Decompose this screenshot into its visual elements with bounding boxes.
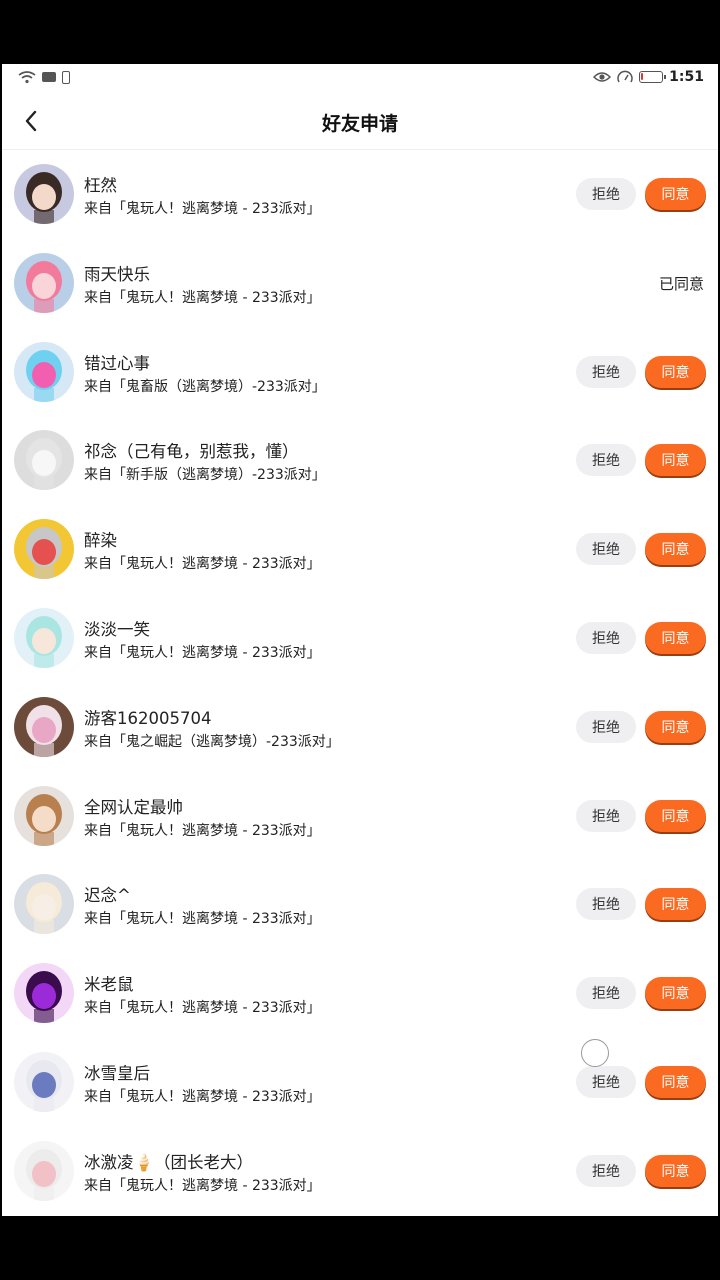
request-source: 来自「新手版（逃离梦境）-233派对」 (84, 467, 326, 484)
friend-request-list: 枉然 来自「鬼玩人！逃离梦境 - 233派对」 拒绝 同意 雨天快乐 来自「鬼玩人！逃离梦… (2, 150, 718, 1216)
request-row: 全网认定最帅来自「鬼玩人！逃离梦境 - 233派对」 拒绝 同意 (2, 772, 718, 861)
requester-name: 雨天快乐 (84, 264, 150, 284)
avatar[interactable] (14, 252, 74, 313)
request-row: 迟念^ 来自「鬼玩人！逃离梦境 - 233派对」 拒绝 同意 (2, 860, 718, 949)
avatar[interactable] (14, 874, 74, 935)
agree-button[interactable]: 同意 (645, 799, 706, 832)
reject-button[interactable]: 拒绝 (576, 1065, 636, 1098)
agree-button[interactable]: 同意 (645, 888, 706, 921)
agree-button[interactable]: 同意 (645, 621, 706, 654)
avatar[interactable] (14, 519, 74, 580)
status-bar: 1:51 (2, 64, 718, 94)
reject-button[interactable]: 拒绝 (576, 178, 636, 210)
reject-button[interactable]: 拒绝 (576, 888, 636, 921)
avatar[interactable] (14, 963, 74, 1024)
eye-icon (593, 72, 612, 82)
request-source: 来自「鬼玩人！逃离梦境 - 233派对」 (84, 556, 321, 573)
reject-button[interactable]: 拒绝 (576, 533, 636, 566)
battery-icon (639, 71, 667, 83)
touch-indicator (581, 1039, 609, 1067)
avatar[interactable] (14, 1140, 74, 1201)
agree-button[interactable]: 同意 (645, 1154, 706, 1187)
speedometer-icon (617, 70, 633, 83)
nav-bar: 好友申请 (2, 94, 718, 150)
request-source: 来自「鬼玩人！逃离梦境 - 233派对」 (84, 1088, 321, 1105)
requester-name: 全网认定最帅 (84, 797, 183, 817)
sim-card-icon (62, 70, 70, 84)
status-time: 1:51 (669, 69, 704, 85)
reject-button[interactable]: 拒绝 (576, 1154, 636, 1187)
request-source: 来自「鬼玩人！逃离梦境 - 233派对」 (84, 822, 321, 839)
request-row: 淡淡一笑来自「鬼玩人！逃离梦境 - 233派对」 拒绝 同意 (2, 594, 718, 683)
requester-name: 祁念（己有龟，别惹我，懂） (84, 442, 299, 462)
request-source: 来自「鬼玩人！逃离梦境 - 233派对」 (84, 201, 321, 217)
agree-button[interactable]: 同意 (645, 178, 706, 210)
video-camera-icon (42, 72, 56, 82)
request-row: 米老鼠来自「鬼玩人！逃离梦境 - 233派对」 拒绝 同意 (2, 949, 718, 1038)
requester-name: 迟念^ (84, 886, 131, 906)
request-source: 来自「鬼玩人！逃离梦境 - 233派对」 (84, 911, 321, 928)
agree-button[interactable]: 同意 (645, 1065, 706, 1098)
request-source: 来自「鬼玩人！逃离梦境 - 233派对」 (84, 1000, 321, 1017)
agree-button[interactable]: 同意 (645, 710, 706, 743)
avatar[interactable] (14, 341, 74, 402)
avatar[interactable] (14, 1051, 74, 1112)
requester-name: 醉染 (84, 531, 117, 551)
top-letterbox (0, 0, 720, 64)
requester-name: 冰激凌🍦（团长老大） (84, 1152, 254, 1172)
request-source: 来自「鬼畜版（逃离梦境）-233派对」 (84, 378, 326, 395)
avatar[interactable] (14, 785, 74, 846)
request-row: 冰激凌🍦（团长老大） 来自「鬼玩人！逃离梦境 - 233派对」 拒绝 同意 (2, 1127, 718, 1216)
request-source: 来自「鬼之崛起（逃离梦境）-233派对」 (84, 733, 340, 750)
reject-button[interactable]: 拒绝 (576, 355, 636, 388)
request-row: 祁念（己有龟，别惹我，懂） 来自「新手版（逃离梦境）-233派对」 拒绝 同意 (2, 416, 718, 505)
reject-button[interactable]: 拒绝 (576, 621, 636, 654)
avatar[interactable] (14, 164, 74, 224)
request-row: 枉然来自「鬼玩人！逃离梦境 - 233派对」 拒绝 同意 (2, 150, 718, 239)
reject-button[interactable]: 拒绝 (576, 977, 636, 1010)
avatar[interactable] (14, 430, 74, 491)
request-row: 错过心事来自「鬼畜版（逃离梦境）-233派对」 拒绝 同意 (2, 328, 718, 417)
request-row: 醉染来自「鬼玩人！逃离梦境 - 233派对」 拒绝 同意 (2, 505, 718, 594)
requester-name: 游客162005704 (84, 708, 212, 728)
wifi-icon (18, 71, 36, 84)
requester-name: 枉然 (84, 176, 117, 195)
requester-name: 米老鼠 (84, 975, 134, 995)
requester-name: 错过心事 (84, 353, 150, 373)
request-source: 来自「鬼玩人！逃离梦境 - 233派对」 (84, 289, 321, 306)
bottom-letterbox (0, 1216, 720, 1280)
agree-button[interactable]: 同意 (645, 444, 706, 477)
avatar[interactable] (14, 607, 74, 668)
phone-screen: 1:51 好友申请 枉然 来自「鬼玩人！逃离梦境 - 233派对」 拒绝 同意 雨天快乐… (2, 64, 718, 1216)
request-source: 来自「鬼玩人！逃离梦境 - 233派对」 (84, 1177, 321, 1194)
reject-button[interactable]: 拒绝 (576, 799, 636, 832)
agreed-status: 已同意 (658, 274, 704, 293)
agree-button[interactable]: 同意 (645, 355, 706, 388)
request-source: 来自「鬼玩人！逃离梦境 - 233派对」 (84, 644, 321, 661)
requester-name: 淡淡一笑 (84, 619, 150, 639)
avatar[interactable] (14, 696, 74, 757)
request-row: 雨天快乐来自「鬼玩人！逃离梦境 - 233派对」 已同意 (2, 239, 718, 328)
agree-button[interactable]: 同意 (645, 977, 706, 1010)
reject-button[interactable]: 拒绝 (576, 444, 636, 477)
request-row: 游客162005704 来自「鬼之崛起（逃离梦境）-233派对」 拒绝 同意 (2, 683, 718, 772)
requester-name: 冰雪皇后 (84, 1063, 150, 1083)
reject-button[interactable]: 拒绝 (576, 710, 636, 743)
request-row: 冰雪皇后来自「鬼玩人！逃离梦境 - 233派对」 拒绝 同意 (2, 1038, 718, 1127)
agree-button[interactable]: 同意 (645, 533, 706, 566)
page-title: 好友申请 (321, 113, 398, 135)
